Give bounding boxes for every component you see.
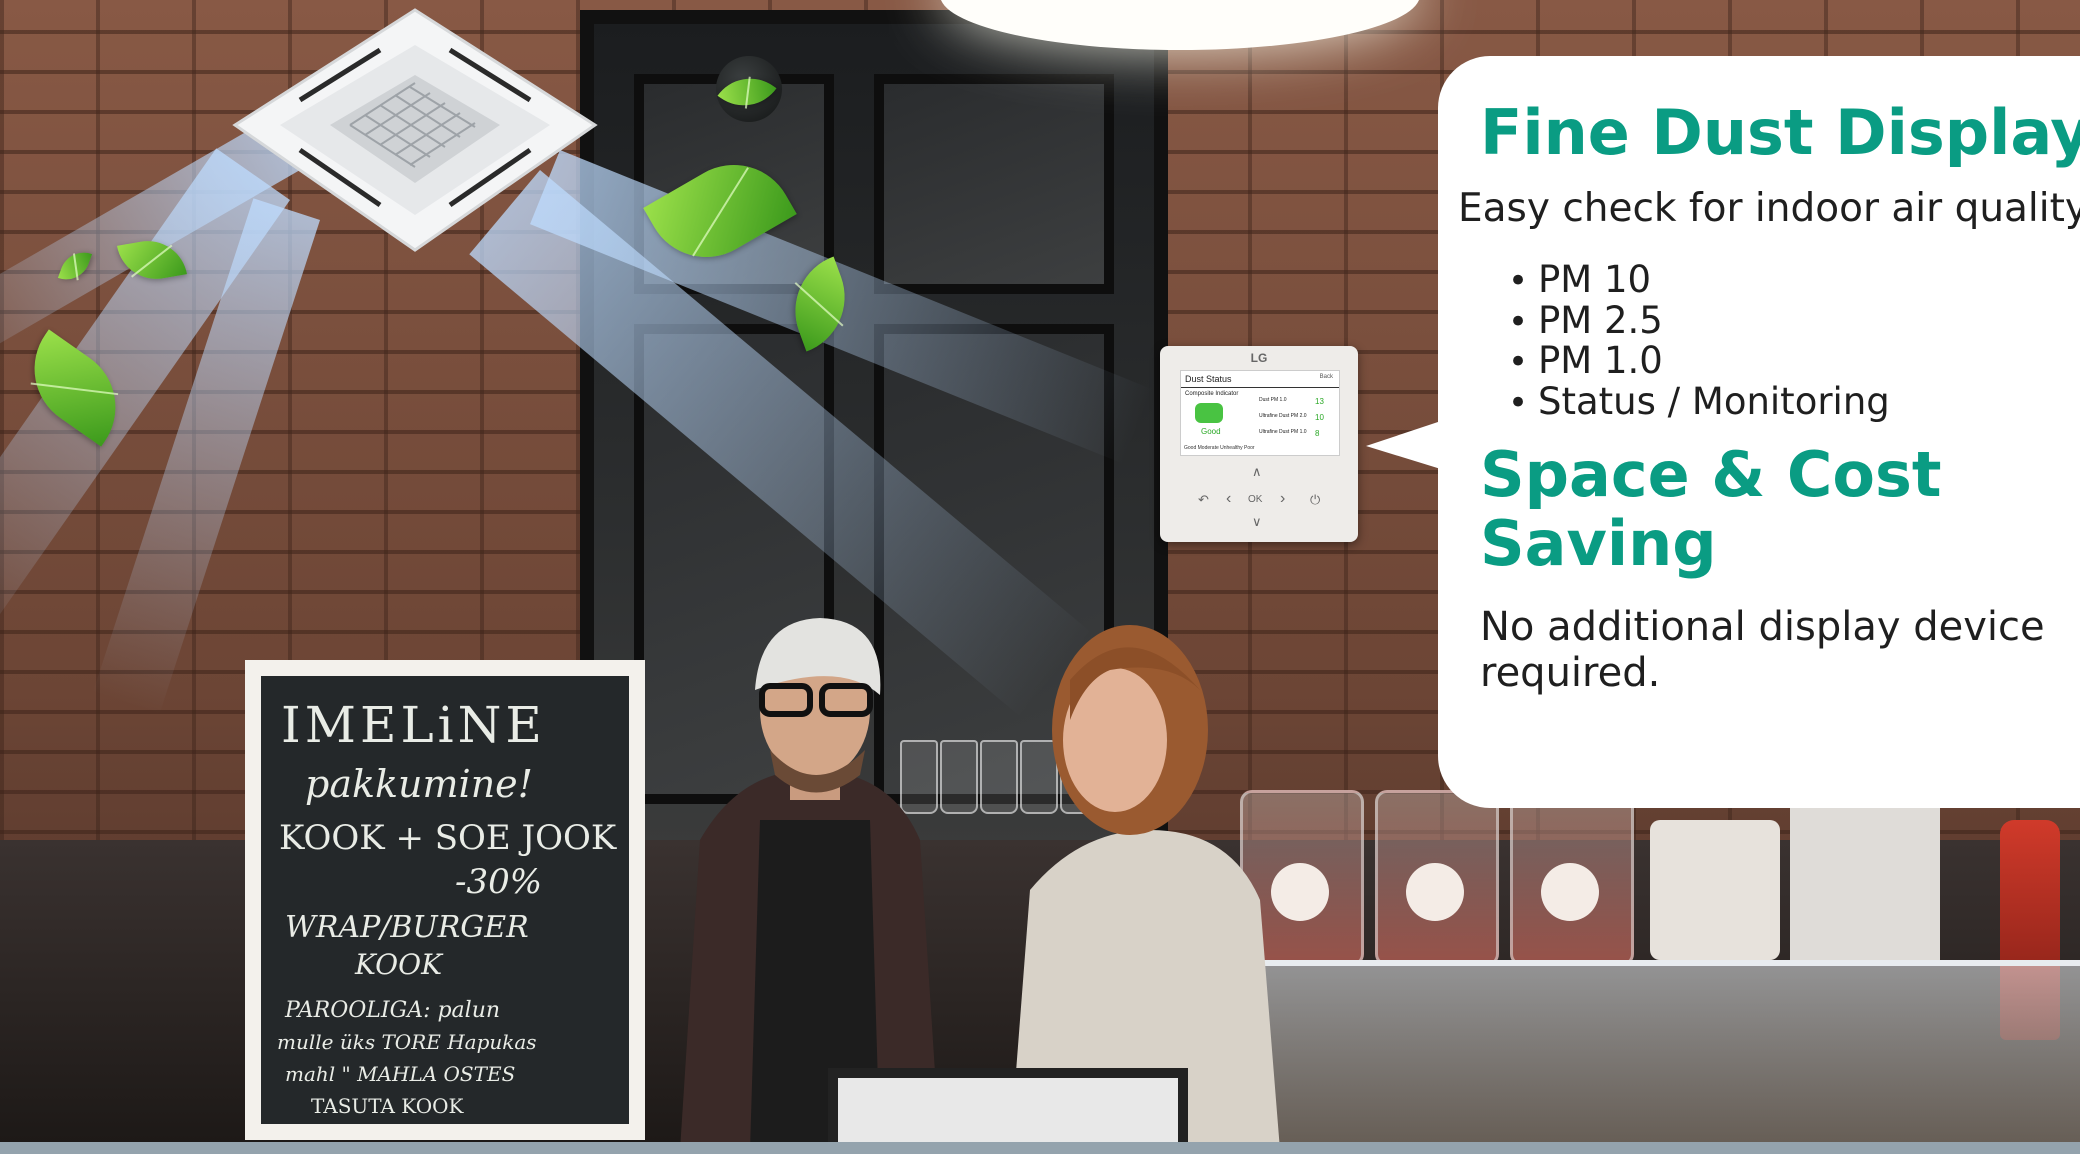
feature-list-item: • Status / Monitoring [1508, 379, 1890, 423]
smiley-face-icon [1195, 403, 1223, 423]
feature-label: Status / Monitoring [1538, 379, 1890, 423]
menu-card [1790, 800, 1940, 960]
window-pane [874, 74, 1114, 294]
up-arrow-button[interactable]: ∧ [1252, 464, 1262, 480]
chalkboard-line: KOOK [355, 948, 442, 981]
chalkboard-line: TASUTA KOOK [311, 1094, 464, 1118]
bullet-icon: • [1508, 382, 1529, 423]
down-arrow-button[interactable]: ∨ [1252, 514, 1262, 530]
chalkboard-line: PAROOLIGA: palun [285, 998, 501, 1023]
panel-body-text: No additional display device required. [1480, 604, 2045, 696]
chalkboard-line: WRAP/BURGER [285, 910, 529, 945]
jar-label [1406, 863, 1464, 921]
chalkboard-line: -30% [455, 862, 543, 902]
chalkboard-sign: IMELiNE pakkumine! KOOK + SOE JOOK -30% … [245, 660, 645, 1140]
row-label: Dust PM 1.0 [1259, 397, 1287, 403]
panel-heading: Fine Dust Display [1480, 96, 2080, 169]
chalkboard-line: mulle üks TORE Hapukas [277, 1030, 537, 1054]
flower-pot [1650, 820, 1780, 960]
controller-brand: LG [1250, 351, 1268, 365]
cookie-jar [1510, 790, 1634, 966]
wall-controller: LG Dust Status Back Composite Indicator … [1160, 346, 1358, 542]
row-value: 8 [1315, 429, 1320, 438]
screen-back-button[interactable]: Back [1320, 374, 1333, 380]
row-value: 13 [1315, 397, 1324, 406]
bullet-icon: • [1508, 342, 1529, 382]
feature-label: PM 10 [1538, 258, 1652, 301]
chalkboard-line: mahl " MAHLA OSTES [285, 1062, 516, 1086]
bullet-icon: • [1508, 261, 1529, 301]
chalkboard-line: pakkumine! [305, 762, 533, 806]
heading-2-line: Space & Cost [1480, 438, 1942, 511]
power-button[interactable]: ⏻ [1310, 492, 1320, 508]
speech-bubble-tail [1366, 420, 1444, 470]
row-value: 10 [1315, 413, 1324, 422]
composite-indicator-label: Composite Indicator [1185, 391, 1239, 397]
status-legend: Good Moderate Unhealthy Poor [1184, 445, 1255, 451]
feature-label: PM 2.5 [1538, 298, 1663, 342]
controller-screen: Dust Status Back Composite Indicator Goo… [1180, 370, 1340, 456]
right-arrow-button[interactable]: › [1280, 490, 1285, 508]
ok-button[interactable]: OK [1248, 494, 1262, 505]
bullet-icon: • [1508, 301, 1529, 342]
row-label: Ultrafine Dust PM 2.0 [1259, 413, 1307, 419]
chalkboard-line: IMELiNE [281, 696, 546, 754]
back-arrow-button[interactable]: ↶ [1198, 492, 1209, 508]
ceiling-cassette-unit [232, 8, 598, 252]
panel-heading-2: Space & Cost Saving [1480, 440, 2000, 578]
chalkboard-line: KOOK + SOE JOOK [279, 818, 617, 858]
feature-list-item: • PM 1.0 [1508, 339, 1890, 383]
row-label: Ultrafine Dust PM 1.0 [1259, 429, 1307, 435]
left-arrow-button[interactable]: ‹ [1226, 490, 1231, 508]
screen-divider [1181, 387, 1339, 388]
bottom-bar [0, 1142, 2080, 1154]
panel-subheading: Easy check for indoor air quality [1458, 186, 2080, 231]
heading-2-line: Saving [1480, 507, 1717, 580]
cookie-jar [1375, 790, 1499, 966]
feature-label: PM 1.0 [1538, 339, 1663, 382]
feature-list-item: • PM 2.5 [1508, 298, 1890, 342]
jar-label [1541, 863, 1599, 921]
feature-list-item: • PM 10 [1508, 258, 1890, 302]
air-status: Good [1201, 427, 1221, 436]
feature-list: • PM 10 • PM 2.5 • PM 1.0 • Status / Monitor… [1508, 258, 1890, 423]
display-case [1220, 960, 2080, 1148]
screen-title: Dust Status [1185, 374, 1232, 384]
